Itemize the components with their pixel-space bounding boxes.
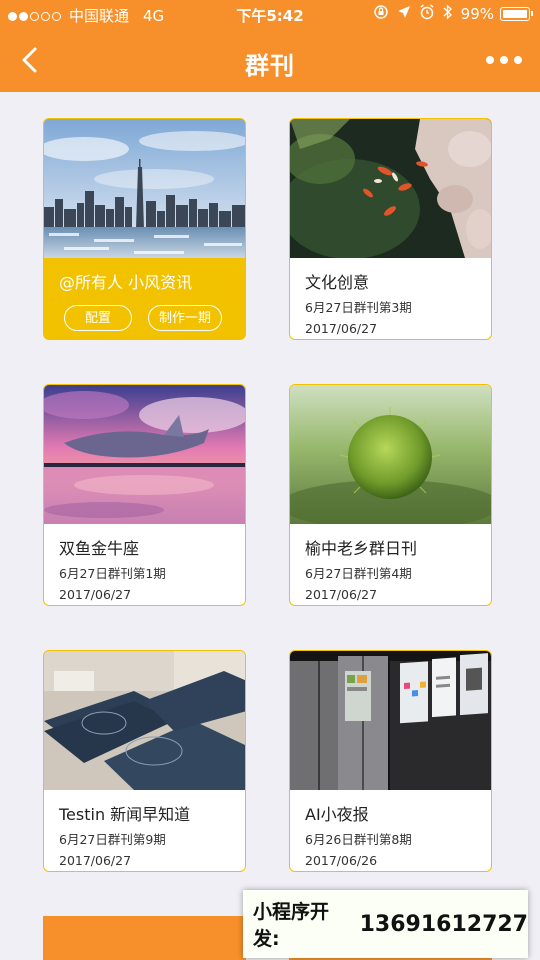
card-image-brochures xyxy=(44,651,245,790)
battery-icon xyxy=(500,7,533,21)
battery-percent: 99% xyxy=(460,5,494,23)
config-button[interactable]: 配置 xyxy=(64,305,132,331)
card-title: 榆中老乡群日刊 xyxy=(305,539,418,558)
card-issue: 6月27日群刊第9期 xyxy=(59,832,166,847)
alarm-icon xyxy=(419,4,435,24)
card-image-city-skyline xyxy=(44,119,245,258)
card-date: 2017/06/27 xyxy=(59,853,132,868)
card-image-koi-pond xyxy=(290,119,491,258)
make-issue-button[interactable]: 制作一期 xyxy=(148,305,222,331)
card-image-green-moss-ball xyxy=(290,385,491,524)
status-bar: 中国联通 4G 下午5:42 99% xyxy=(0,0,540,30)
card-date: 2017/06/27 xyxy=(305,587,378,602)
more-button[interactable] xyxy=(486,50,522,70)
card-title: AI小夜报 xyxy=(305,805,369,824)
back-button[interactable] xyxy=(10,40,50,80)
rotation-lock-icon xyxy=(373,4,389,24)
group-card-partial[interactable] xyxy=(43,916,246,960)
card-date: 2017/06/27 xyxy=(59,587,132,602)
card-issue: 6月26日群刊第8期 xyxy=(305,832,412,847)
more-dots-icon xyxy=(486,56,494,64)
card-issue: 6月27日群刊第4期 xyxy=(305,566,412,581)
location-icon xyxy=(397,5,411,23)
developer-contact-banner: 小程序开发: 13691612727 xyxy=(243,890,528,958)
group-card[interactable]: Testin 新闻早知道 6月27日群刊第9期 2017/06/27 xyxy=(43,650,246,872)
group-card[interactable]: 文化创意 6月27日群刊第3期 2017/06/27 xyxy=(289,118,492,340)
banner-phone: 13691612727 xyxy=(359,911,528,937)
banner-label: 小程序开发: xyxy=(253,901,330,950)
featured-card-title: @所有人 小风资讯 xyxy=(59,273,193,292)
card-date: 2017/06/26 xyxy=(305,853,378,868)
group-card[interactable]: AI小夜报 6月26日群刊第8期 2017/06/26 xyxy=(289,650,492,872)
page-title: 群刊 xyxy=(245,52,295,80)
bluetooth-icon xyxy=(443,4,453,24)
card-issue: 6月27日群刊第1期 xyxy=(59,566,166,581)
card-image-smart-fridges xyxy=(290,651,491,790)
group-card[interactable]: 双鱼金牛座 6月27日群刊第1期 2017/06/27 xyxy=(43,384,246,606)
card-issue: 6月27日群刊第3期 xyxy=(305,300,412,315)
card-image-flying-whale xyxy=(44,385,245,524)
nav-bar: 群刊 xyxy=(0,30,540,92)
chevron-left-icon xyxy=(22,47,37,73)
group-card[interactable]: 榆中老乡群日刊 6月27日群刊第4期 2017/06/27 xyxy=(289,384,492,606)
card-title: Testin 新闻早知道 xyxy=(59,805,191,824)
card-date: 2017/06/27 xyxy=(305,321,378,336)
featured-group-card[interactable]: @所有人 小风资讯 配置 制作一期 xyxy=(43,118,246,340)
card-title: 文化创意 xyxy=(305,273,370,292)
card-title: 双鱼金牛座 xyxy=(59,539,140,558)
